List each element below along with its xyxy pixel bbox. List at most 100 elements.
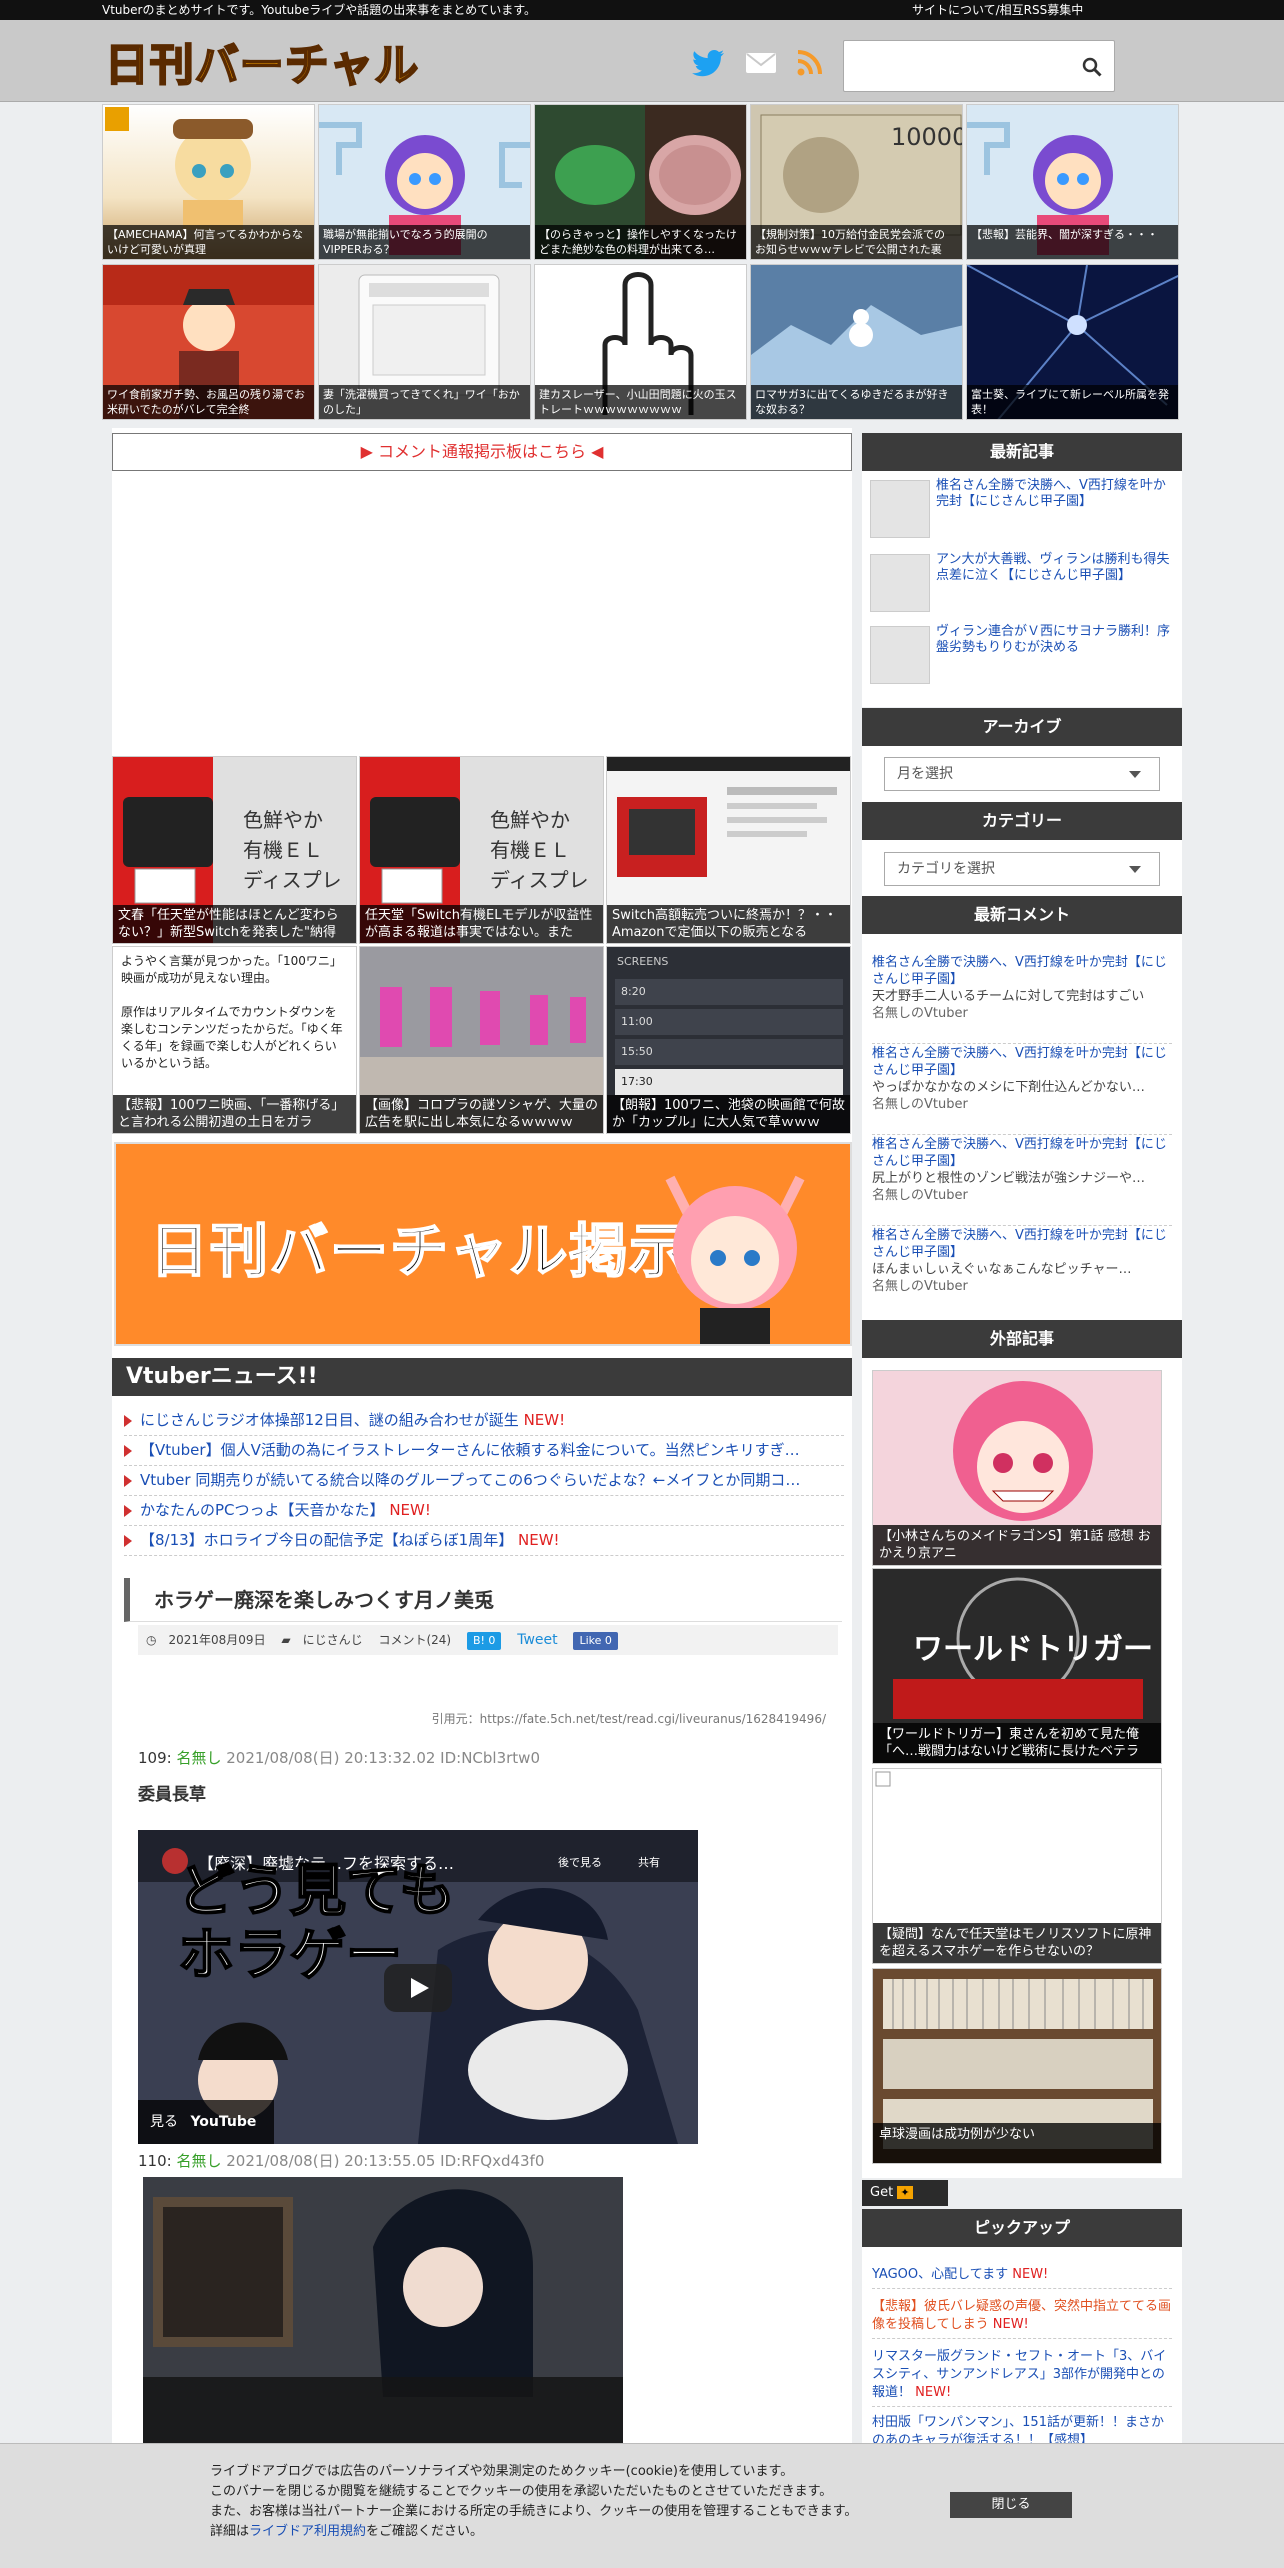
facebook-like-button[interactable]: Like 0 bbox=[573, 1632, 618, 1650]
cookie-banner: ライブドアブログでは広告のパーソナライズや効果測定のためクッキー(cookie)… bbox=[0, 2443, 1284, 2568]
news-item[interactable]: かなたんのPCつっよ【天音かなた】 NEW! bbox=[124, 1496, 844, 1526]
get-label: Get bbox=[870, 2185, 894, 2200]
archive-select[interactable]: 月を選択 bbox=[884, 757, 1160, 791]
category-link[interactable]: にじさんじ bbox=[303, 1633, 363, 1647]
thumb-caption: 任天堂「Switch有機ELモデルが収益性が高まる報道は事実ではない。また bbox=[360, 905, 603, 943]
news-item[interactable]: 【8/13】ホロライブ今日の配信予定【ねぽらぼ1周年】 NEW! bbox=[124, 1526, 844, 1556]
svg-text:ディスプレ: ディスプレ bbox=[243, 868, 342, 892]
comment-item[interactable]: 椎名さん全勝で決勝へ、V西打線を叶か完封【にじさんじ甲子園】 天才野手二人いるチー… bbox=[872, 954, 1172, 1044]
new-badge: NEW! bbox=[389, 1501, 431, 1519]
comment-article-link[interactable]: 椎名さん全勝で決勝へ、V西打線を叶か完封【にじさんじ甲子園】 bbox=[872, 954, 1172, 988]
share-button[interactable]: 共有 bbox=[638, 1854, 660, 1870]
search-input[interactable] bbox=[843, 40, 1115, 92]
source-link[interactable]: 引用元：https://fate.5ch.net/test/read.cgi/l… bbox=[140, 1710, 826, 1727]
play-button-icon[interactable] bbox=[384, 1964, 452, 2012]
site-logo[interactable]: 日刊バーチャル bbox=[104, 32, 420, 92]
comment-article-link[interactable]: 椎名さん全勝で決勝へ、V西打線を叶か完封【にじさんじ甲子園】 bbox=[872, 1136, 1172, 1170]
thumb-article[interactable]: SCREENS 8:20 11:00 15:50 17:30 【朗報】100ワニ… bbox=[606, 946, 851, 1134]
about-rss-link[interactable]: サイトについて/相互RSS募集中 bbox=[912, 0, 1083, 20]
tile-article[interactable]: 妻「洗濯機買ってきてくれ」ワイ「おかのした」 bbox=[318, 264, 531, 420]
news-item[interactable]: にじさんじラジオ体操部12日目、謎の組み合わせが誕生 NEW! bbox=[124, 1406, 844, 1436]
recent-post-title[interactable]: ヴィラン連合がＶ西にサヨナラ勝利！序盤劣勢もりりむが決める bbox=[936, 624, 1172, 656]
site-header: 日刊バーチャル bbox=[0, 20, 1284, 102]
news-text[interactable]: Vtuber 同期売りが続いてる統合以降のグループってこの6つぐらいだよな？←メ… bbox=[140, 1471, 800, 1489]
tile-article[interactable]: 建カスレーザー、小山田問題に火の玉ストレートｗｗｗｗｗｗｗｗｗ bbox=[534, 264, 747, 420]
comment-report-link[interactable]: ▶ コメント通報掲示板はこちら ◀ bbox=[112, 433, 852, 471]
tile-caption: 【悲報】芸能界、闇が深すぎる・・・ bbox=[967, 225, 1178, 259]
search-icon[interactable] bbox=[1080, 55, 1104, 79]
news-text[interactable]: 【Vtuber】個人V活動の為にイラストレーターさんに依頼する料金について。当然… bbox=[140, 1441, 800, 1459]
pickup-item[interactable]: リマスター版グランド・セフト・オート「3、バイスシティ、サンアンドレアス」3部作… bbox=[872, 2344, 1172, 2407]
new-badge: NEW! bbox=[1012, 2267, 1049, 2282]
external-article[interactable]: ワールドトリガー 【ワールドトリガー】東さんを初めて見た俺「へ…戦闘力はないけど… bbox=[872, 1568, 1162, 1764]
get-widget-button[interactable]: Get ✦ bbox=[862, 2180, 948, 2206]
tile-article[interactable]: 職場が無能揃いでなろう的展開のVIPPERおる？ bbox=[318, 104, 531, 260]
watch-label: 見る bbox=[150, 2114, 178, 2130]
arrow-icon bbox=[124, 1474, 132, 1487]
comment-text: 天才野手二人いるチームに対して完封はすごい bbox=[872, 989, 1145, 1004]
news-text[interactable]: にじさんじラジオ体操部12日目、謎の組み合わせが誕生 bbox=[140, 1411, 519, 1429]
watch-later-button[interactable]: 後で見る bbox=[558, 1854, 602, 1870]
news-item[interactable]: Vtuber 同期売りが続いてる統合以降のグループってこの6つぐらいだよな？←メ… bbox=[124, 1466, 844, 1496]
new-badge: NEW! bbox=[992, 2317, 1029, 2332]
recent-post-item[interactable]: 椎名さん全勝で決勝へ、V西打線を叶か完封【にじさんじ甲子園】 bbox=[870, 478, 1170, 542]
tile-caption: 建カスレーザー、小山田問題に火の玉ストレートｗｗｗｗｗｗｗｗｗ bbox=[535, 385, 746, 419]
tile-article[interactable]: 10000 【規制対策】10万給付金民党会派での お知らせｗｗｗテレビで公開され… bbox=[750, 104, 963, 260]
external-article[interactable]: 【小林さんちのメイドラゴンS】第1話 感想 おかえり京アニ bbox=[872, 1370, 1162, 1566]
cookie-text: ライブドアブログでは広告のパーソナライズや効果測定のためクッキー(cookie)… bbox=[210, 2462, 930, 2542]
recent-post-item[interactable]: ヴィラン連合がＶ西にサヨナラ勝利！序盤劣勢もりりむが決める bbox=[870, 624, 1170, 688]
comment-item[interactable]: 椎名さん全勝で決勝へ、V西打線を叶か完封【にじさんじ甲子園】 ほんまぃしぃえぐぃな… bbox=[872, 1227, 1172, 1317]
tile-article[interactable]: 【のらきゃっと】操作しやすくなったけどまた絶妙な色の料理が出来てる… bbox=[534, 104, 747, 260]
thumb-article[interactable]: ようやく言葉が見つかった。「100ワニ」映画が成功が見えない理由。 原作はリアル… bbox=[112, 946, 357, 1134]
recent-post-title[interactable]: アン大が大善戦、ヴィランは勝利も得失点差に泣く【にじさんじ甲子園】 bbox=[936, 552, 1172, 584]
comment-item[interactable]: 椎名さん全勝で決勝へ、V西打線を叶か完封【にじさんじ甲子園】 やっぱかなかなのメシ… bbox=[872, 1045, 1172, 1135]
tweet-button[interactable]: Tweet bbox=[517, 1632, 557, 1648]
youtube-embed[interactable]: 【廃深】廃墟なテ…フを探索する… 後で見る 共有 どう見ても ホラゲー 見る Y… bbox=[138, 1830, 698, 2144]
twitter-icon[interactable] bbox=[692, 48, 726, 78]
close-cookie-button[interactable]: 閉じる bbox=[950, 2492, 1072, 2518]
thumb-article[interactable]: Switch高額転売ついに終焉か！？・・Amazonで定価以下の販売となる bbox=[606, 756, 851, 944]
hatena-bookmark-button[interactable]: B! 0 bbox=[466, 1632, 502, 1650]
mail-icon[interactable] bbox=[744, 48, 778, 78]
tile-article[interactable]: 【AMECHAMA】何言ってるかわからないけど可愛いが真理 bbox=[102, 104, 315, 260]
post-date: 2021/08/08(日) 20:13:32.02 ID:NCbl3rtw0 bbox=[226, 1749, 540, 1767]
terms-link[interactable]: ライブドア利用規約 bbox=[249, 2524, 366, 2539]
tile-article[interactable]: 【悲報】芸能界、闇が深すぎる・・・ bbox=[966, 104, 1179, 260]
comment-item[interactable]: 椎名さん全勝で決勝へ、V西打線を叶か完封【にじさんじ甲子園】 尻上がりと根性のゾン… bbox=[872, 1136, 1172, 1226]
rss-icon[interactable] bbox=[794, 48, 828, 78]
tile-article[interactable]: ワイ食前家ガチ勢、お風呂の残り湯でお米研いでたのがバレて完全終 bbox=[102, 264, 315, 420]
external-article[interactable]: 【疑問】なんで任天堂はモノリスソフトに原神を超えるスマホゲーを作らせないの？ bbox=[872, 1768, 1162, 1964]
news-item[interactable]: 【Vtuber】個人V活動の為にイラストレーターさんに依頼する料金について。当然… bbox=[124, 1436, 844, 1466]
thumb-article[interactable]: 色鮮やか 有機ＥＬ ディスプレ 任天堂「Switch有機ELモデルが収益性が高まる報… bbox=[359, 756, 604, 944]
category-select[interactable]: カテゴリを選択 bbox=[884, 852, 1160, 886]
pickup-item[interactable]: YAGOO、心配してます NEW! bbox=[872, 2262, 1172, 2289]
comment-article-link[interactable]: 椎名さん全勝で決勝へ、V西打線を叶か完封【にじさんじ甲子園】 bbox=[872, 1045, 1172, 1079]
new-badge: NEW! bbox=[518, 1531, 560, 1549]
pickup-item[interactable]: 【悲報】彼氏バレ疑惑の声優、突然中指立ててる画像を投稿してしまう NEW! bbox=[872, 2294, 1172, 2339]
broken-image-icon bbox=[875, 1771, 891, 1787]
thumb-article[interactable]: 【画像】コロプラの謎ソシャゲ、大量の広告を駅に出し本気になるｗｗｗｗ bbox=[359, 946, 604, 1134]
pickup-text[interactable]: YAGOO、心配してます bbox=[872, 2267, 1008, 2282]
bbs-banner[interactable]: 日刊バーチャル掲示板 bbox=[114, 1142, 852, 1346]
comment-text: ほんまぃしぃえぐぃなぁこんなピッチャー… bbox=[872, 1262, 1132, 1277]
article-title: ホラゲー廃深を楽しみつくす月ノ美兎 bbox=[124, 1578, 842, 1622]
watch-on-youtube[interactable]: 見る YouTube bbox=[138, 2100, 274, 2144]
comment-article-link[interactable]: 椎名さん全勝で決勝へ、V西打線を叶か完封【にじさんじ甲子園】 bbox=[872, 1227, 1172, 1261]
new-badge: NEW! bbox=[523, 1411, 566, 1429]
archive-select-value: 月を選択 bbox=[897, 766, 953, 782]
post-date: 2021/08/08(日) 20:13:55.05 ID:RFQxd43f0 bbox=[226, 2152, 545, 2170]
thumb-article[interactable]: 色鮮やか 有機ＥＬ ディスプレ 文春「任天堂が性能はほとんど変わらない？」新型Swi… bbox=[112, 756, 357, 944]
arrow-icon bbox=[124, 1504, 132, 1517]
screen-row: 15:50 bbox=[615, 1039, 843, 1065]
external-article[interactable]: 卓球漫画は成功例が少ない bbox=[872, 1968, 1162, 2164]
thumb-caption: 【朗報】100ワニ、池袋の映画館で何故か「カップル」に大人気で草ｗｗｗ bbox=[607, 1095, 850, 1133]
tile-article[interactable]: ロマサガ3に出てくるゆきだるまが好きな奴おる？ bbox=[750, 264, 963, 420]
comment-count[interactable]: コメント(24) bbox=[378, 1633, 451, 1647]
news-text[interactable]: かなたんのPCつっよ【天音かなた】 bbox=[140, 1501, 385, 1519]
tile-article[interactable]: 富士葵、ライブにて新レーベル所属を発表！ bbox=[966, 264, 1179, 420]
comment-author: 名無しのVtuber bbox=[872, 1188, 968, 1203]
news-text[interactable]: 【8/13】ホロライブ今日の配信予定【ねぽらぼ1周年】 bbox=[140, 1531, 513, 1549]
screens-title: SCREENS bbox=[617, 955, 669, 968]
recent-post-title[interactable]: 椎名さん全勝で決勝へ、V西打線を叶か完封【にじさんじ甲子園】 bbox=[936, 478, 1172, 510]
recent-post-item[interactable]: アン大が大善戦、ヴィランは勝利も得失点差に泣く【にじさんじ甲子園】 bbox=[870, 552, 1170, 616]
